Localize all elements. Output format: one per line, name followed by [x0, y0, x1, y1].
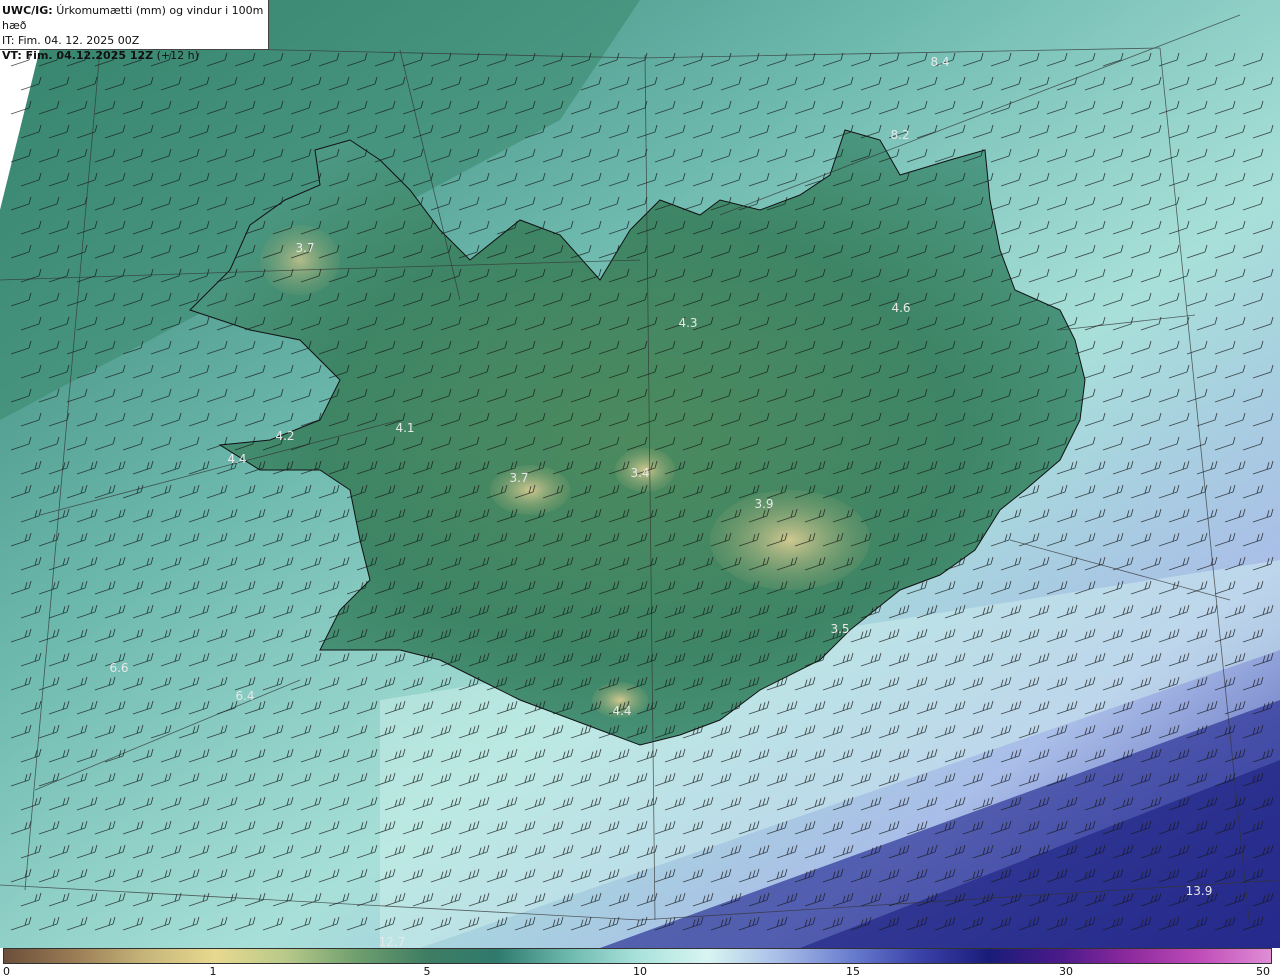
valid-time-line: VT: Fim. 04.12.2025 12Z (+12 h): [2, 48, 268, 63]
colorbar-tick-label: 15: [846, 965, 860, 978]
local-max-northwest: 3.7: [295, 241, 314, 255]
forecast-map[interactable]: 3.7 4.3 4.6 4.4 4.2 4.1 3.7 3.4 3.9 3.5 4.4 6.6 6.4 1…: [0, 0, 1280, 948]
colorbar-strip: [3, 948, 1272, 964]
local-max-sw-sea-1: 6.6: [109, 661, 128, 675]
drangajokull-glacier: [260, 225, 340, 295]
local-max-south: 4.4: [612, 704, 631, 718]
local-max-langjokull: 3.7: [509, 471, 528, 485]
precipitation-map-canvas: 3.7 4.3 4.6 4.4 4.2 4.1 3.7 3.4 3.9 3.5 4.4 6.6 6.4 1…: [0, 0, 1280, 948]
colorbar-tick-label: 5: [423, 965, 431, 978]
lead-time: (+12 h): [153, 49, 199, 62]
local-max-west: 4.4: [227, 452, 246, 466]
init-time: IT: Fim. 04. 12. 2025 00Z: [2, 34, 140, 47]
local-max-southeast: 3.5: [830, 622, 849, 636]
colorbar-tick-label: 50: [1256, 965, 1270, 978]
local-max-vatnajokull: 3.9: [754, 497, 773, 511]
colorbar-tick-label: 30: [1059, 965, 1073, 978]
valid-time: Fim. 04.12.2025 12Z: [25, 49, 154, 62]
colorbar-tick-label: 1: [209, 965, 217, 978]
map-header: UWC/IG: Úrkomumætti (mm) og vindur i 100…: [0, 0, 269, 62]
local-max-west-2: 4.2: [275, 429, 294, 443]
colorbar-tick-label: 0: [3, 965, 10, 978]
local-max-south-sea: 12.7: [379, 935, 406, 948]
local-max-sw-sea-2: 6.4: [235, 689, 254, 703]
model-name: UWC/IG:: [2, 4, 53, 17]
header-title-line: UWC/IG: Úrkomumætti (mm) og vindur i 100…: [2, 3, 268, 33]
valid-prefix: VT:: [2, 49, 26, 62]
local-max-northeast: 4.6: [891, 301, 910, 315]
colorbar-tick-label: 10: [633, 965, 647, 978]
local-max-west-coast: 4.1: [395, 421, 414, 435]
local-max-se-sea: 13.9: [1186, 884, 1213, 898]
vatnajokull-glacier: [710, 490, 870, 590]
local-max-north-sea: 8.4: [930, 55, 949, 69]
colorbar: 0 1 5 10 15 30 50: [0, 948, 1280, 978]
local-max-north-sea-2: 8.2: [890, 128, 909, 142]
local-max-north-central: 4.3: [678, 316, 697, 330]
local-max-hofsjokull: 3.4: [630, 466, 649, 480]
